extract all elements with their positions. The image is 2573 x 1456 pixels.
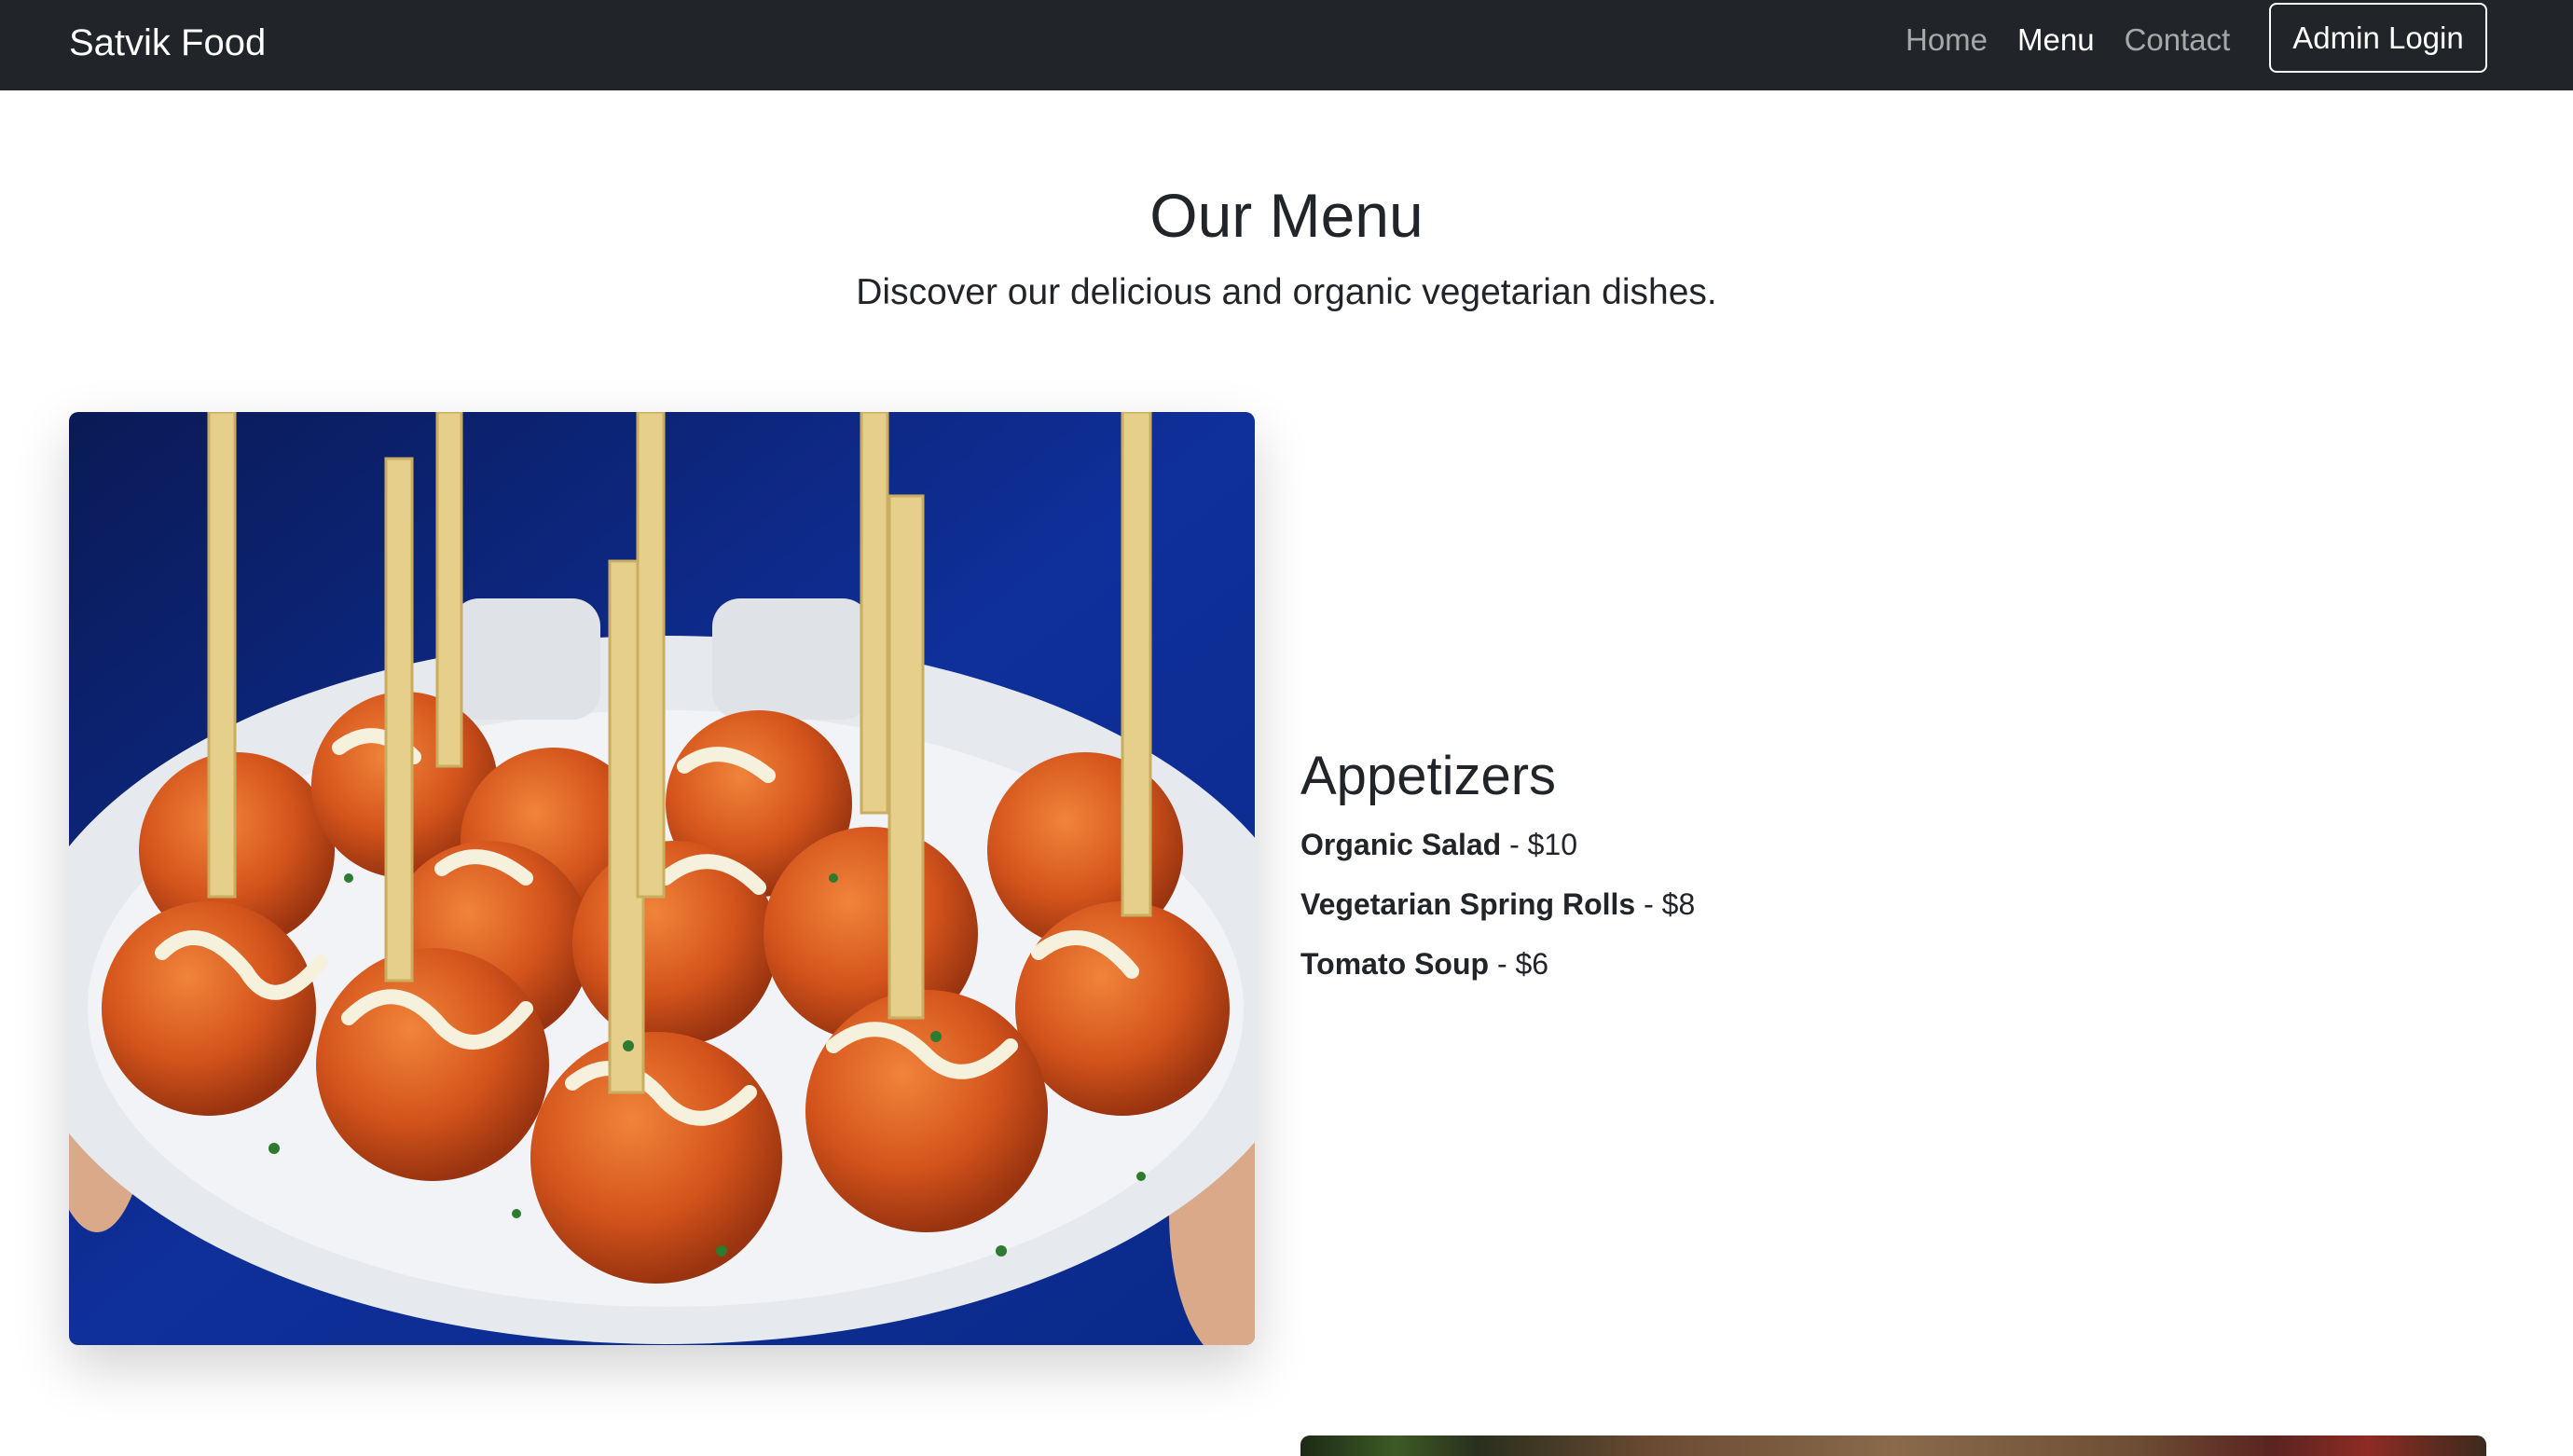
next-section-image (1300, 1435, 2486, 1456)
menu-item: Vegetarian Spring Rolls - $8 (1300, 887, 1696, 921)
appetizers-image (69, 412, 1255, 1345)
section-title-appetizers: Appetizers (1300, 746, 1557, 806)
nav-link-menu[interactable]: Menu (2017, 21, 2095, 61)
brand-logo[interactable]: Satvik Food (69, 19, 266, 67)
menu-item: Tomato Soup - $6 (1300, 947, 1549, 981)
nav-links: Home Menu Contact (1906, 21, 2230, 61)
navbar: Satvik Food Home Menu Contact Admin Logi… (0, 0, 2573, 90)
menu-item-price: $6 (1515, 947, 1549, 981)
appetizers-menu-list: Organic Salad - $10 Vegetarian Spring Ro… (1300, 820, 1695, 999)
nav-link-contact[interactable]: Contact (2125, 21, 2231, 61)
nav-link-home[interactable]: Home (1906, 21, 1988, 61)
menu-item: Organic Salad - $10 (1300, 828, 1578, 861)
menu-item-name: Organic Salad (1300, 828, 1502, 861)
admin-login-button[interactable]: Admin Login (2269, 3, 2487, 73)
page-title: Our Menu (1149, 181, 1424, 250)
page-subtitle: Discover our delicious and organic veget… (856, 272, 1717, 312)
menu-item-price: $10 (1527, 828, 1578, 861)
menu-item-name: Vegetarian Spring Rolls (1300, 887, 1636, 921)
menu-item-price: $8 (1661, 887, 1696, 921)
menu-item-name: Tomato Soup (1300, 947, 1490, 981)
